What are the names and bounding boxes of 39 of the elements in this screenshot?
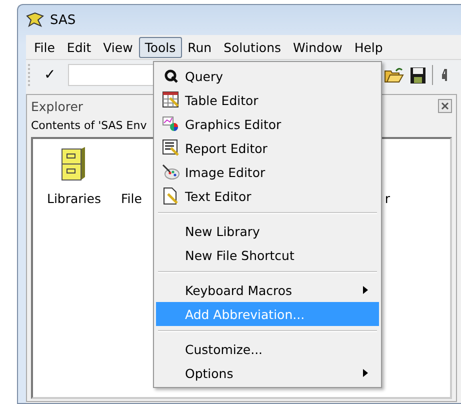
- item-label[interactable]: File: [121, 191, 142, 206]
- submenu-arrow-icon: [363, 286, 368, 294]
- item-label[interactable]: Libraries: [47, 191, 101, 206]
- submenu-arrow-icon: [363, 369, 368, 377]
- menu-item[interactable]: Run: [182, 36, 218, 58]
- menu-item[interactable]: Solutions: [218, 36, 288, 58]
- menu-item[interactable]: View: [97, 36, 139, 58]
- menu-item[interactable]: Window: [287, 36, 348, 58]
- save-icon[interactable]: [410, 66, 426, 84]
- menu-item[interactable]: Graphics Editor: [156, 112, 379, 136]
- menu-item[interactable]: Text Editor: [156, 184, 379, 208]
- menu-item[interactable]: Options: [156, 361, 379, 385]
- palette-icon: [162, 164, 180, 180]
- app-logo-icon: [26, 12, 44, 28]
- menu-item[interactable]: Tools: [138, 36, 182, 58]
- report-pencil-icon: [162, 139, 180, 157]
- table-pencil-icon: [162, 91, 180, 109]
- close-icon[interactable]: [438, 99, 452, 113]
- query-icon: [164, 69, 178, 83]
- file-cabinet-icon[interactable]: [61, 147, 87, 181]
- panel-title: Explorer: [31, 98, 84, 114]
- item-label[interactable]: r: [384, 191, 390, 206]
- menu-item[interactable]: Table Editor: [156, 88, 379, 112]
- menu-item[interactable]: File: [28, 36, 61, 58]
- path-label: Contents of 'SAS Env: [31, 118, 147, 134]
- menu-item[interactable]: New File Shortcut: [156, 243, 379, 267]
- menu-item[interactable]: Report Editor: [156, 136, 379, 160]
- command-button[interactable]: ✓: [38, 67, 62, 83]
- menu-item[interactable]: Keyboard Macros: [156, 278, 379, 302]
- menu-item[interactable]: Image Editor: [156, 160, 379, 184]
- chart-icon: [162, 116, 180, 132]
- menu-item[interactable]: New Library: [156, 219, 379, 243]
- menu-item[interactable]: Help: [348, 36, 389, 58]
- document-pencil-icon: [162, 187, 180, 205]
- menu-item[interactable]: Query: [156, 64, 379, 88]
- folder-icon[interactable]: [384, 66, 404, 84]
- window-title: SAS: [50, 12, 76, 28]
- menu-item[interactable]: Customize...: [156, 337, 379, 361]
- menu-item[interactable]: Edit: [60, 36, 98, 58]
